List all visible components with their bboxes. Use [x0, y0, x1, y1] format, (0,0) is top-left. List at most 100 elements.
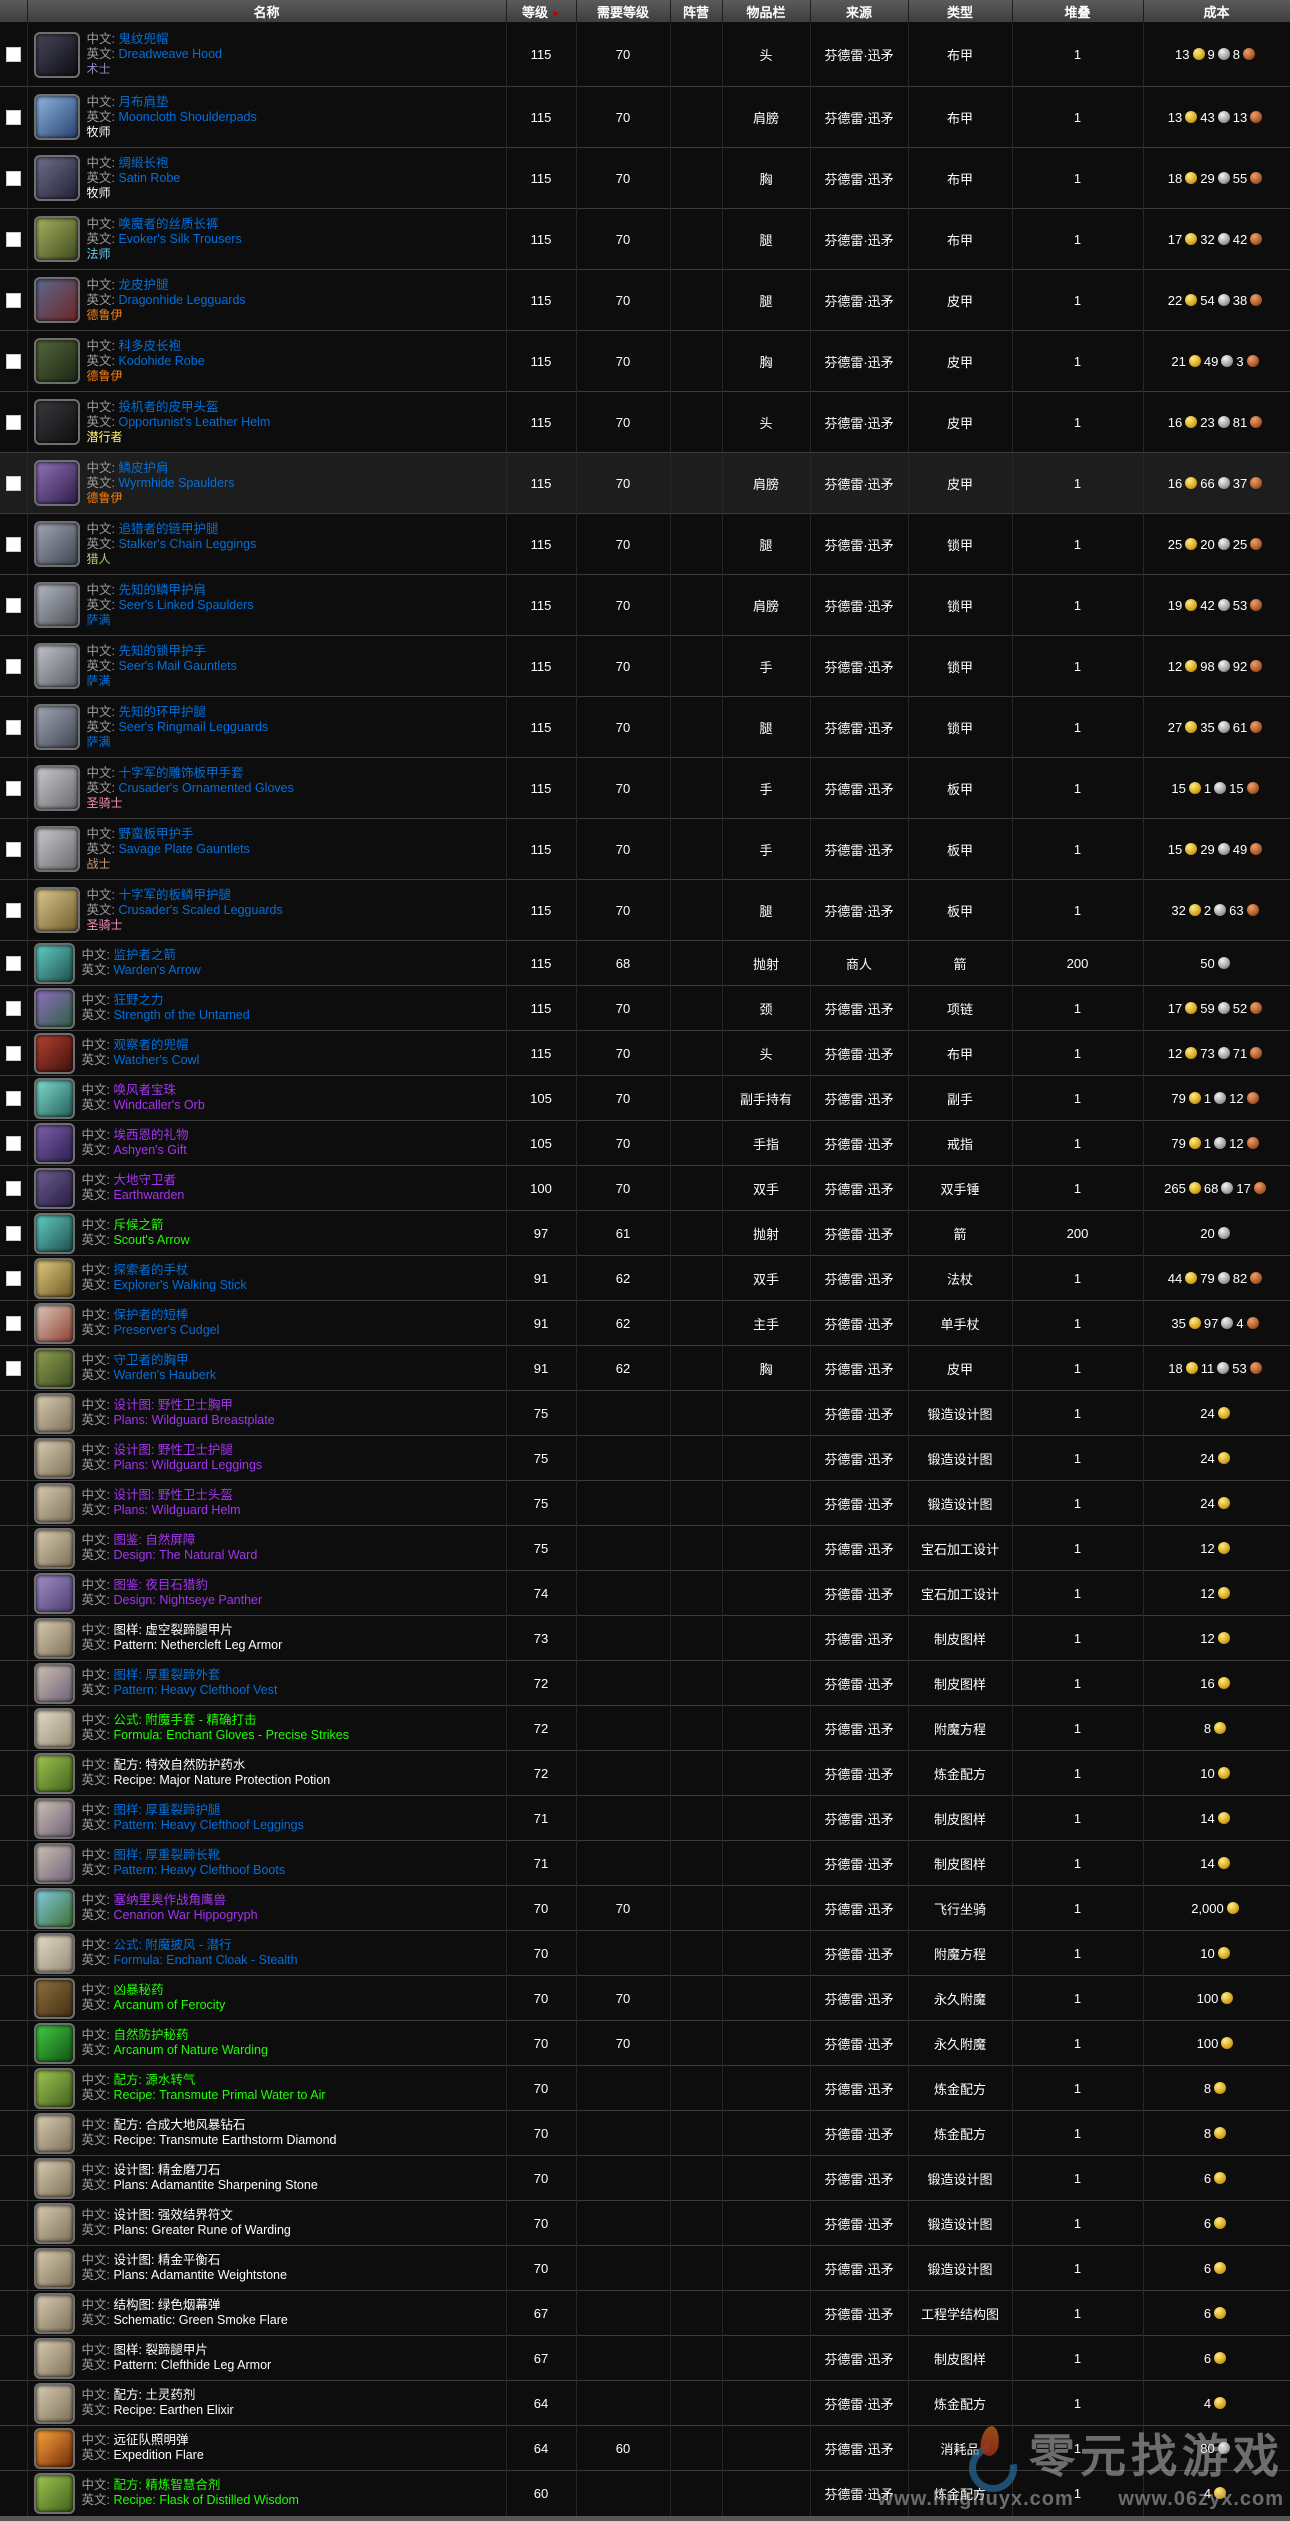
row-checkbox[interactable]	[6, 720, 21, 735]
item-icon[interactable]	[34, 2113, 75, 2154]
item-source[interactable]: 芬德雷·迅矛	[810, 1166, 908, 1211]
column-header-成本[interactable]: 成本	[1143, 0, 1290, 23]
item-source[interactable]: 芬德雷·迅矛	[810, 1886, 908, 1931]
item-name-cn[interactable]: 设计图: 野性卫士胸甲	[113, 1398, 232, 1412]
row-checkbox[interactable]	[6, 1001, 21, 1016]
item-name-en[interactable]: Pattern: Heavy Clefthoof Leggings	[113, 1818, 303, 1832]
item-name-cn[interactable]: 探索者的手杖	[113, 1263, 188, 1277]
row-checkbox[interactable]	[6, 956, 21, 971]
item-icon[interactable]	[34, 2158, 75, 2199]
item-name-en[interactable]: Ashyen's Gift	[113, 1143, 186, 1157]
item-name-cn[interactable]: 先知的环甲护腿	[118, 705, 206, 719]
item-name-en[interactable]: Arcanum of Ferocity	[113, 1998, 225, 2012]
item-icon[interactable]	[34, 94, 80, 140]
item-name-cn[interactable]: 图鉴: 夜目石猎豹	[113, 1578, 207, 1592]
item-name-cn[interactable]: 设计图: 强效结界符文	[113, 2208, 232, 2222]
item-source[interactable]: 芬德雷·迅矛	[810, 1976, 908, 2021]
item-icon[interactable]	[34, 1033, 75, 1074]
item-icon[interactable]	[34, 2293, 75, 2334]
item-name-cn[interactable]: 塞纳里奥作战角鹰兽	[113, 1893, 226, 1907]
item-name-cn[interactable]: 斥候之箭	[113, 1218, 163, 1232]
item-name-cn[interactable]: 观察者的兜帽	[113, 1038, 188, 1052]
item-source[interactable]: 芬德雷·迅矛	[810, 2381, 908, 2426]
item-name-cn[interactable]: 十字军的板鳞甲护腿	[118, 888, 231, 902]
item-name-en[interactable]: Crusader's Ornamented Gloves	[118, 781, 293, 795]
item-icon[interactable]	[34, 765, 80, 811]
item-name-cn[interactable]: 十字军的雕饰板甲手套	[118, 766, 243, 780]
item-source[interactable]: 芬德雷·迅矛	[810, 331, 908, 392]
item-name-en[interactable]: Pattern: Nethercleft Leg Armor	[113, 1638, 282, 1652]
row-checkbox[interactable]	[6, 1316, 21, 1331]
item-source[interactable]: 芬德雷·迅矛	[810, 1301, 908, 1346]
item-source[interactable]: 芬德雷·迅矛	[810, 2246, 908, 2291]
item-name-en[interactable]: Strength of the Untamed	[113, 1008, 249, 1022]
item-icon[interactable]	[34, 1528, 75, 1569]
item-name-en[interactable]: Warden's Hauberk	[113, 1368, 216, 1382]
item-icon[interactable]	[34, 2473, 75, 2514]
item-source[interactable]: 芬德雷·迅矛	[810, 1346, 908, 1391]
item-source[interactable]: 芬德雷·迅矛	[810, 1256, 908, 1301]
item-icon[interactable]	[34, 1258, 75, 1299]
item-source[interactable]: 芬德雷·迅矛	[810, 2066, 908, 2111]
item-icon[interactable]	[34, 943, 75, 984]
item-name-en[interactable]: Dragonhide Legguards	[118, 293, 245, 307]
item-icon[interactable]	[34, 1798, 75, 1839]
item-source[interactable]: 芬德雷·迅矛	[810, 2291, 908, 2336]
row-checkbox[interactable]	[6, 598, 21, 613]
item-icon[interactable]	[34, 582, 80, 628]
item-name-cn[interactable]: 唤魔者的丝质长裤	[118, 217, 218, 231]
item-icon[interactable]	[34, 1303, 75, 1344]
item-source[interactable]: 芬德雷·迅矛	[810, 1661, 908, 1706]
item-icon[interactable]	[34, 1618, 75, 1659]
row-checkbox[interactable]	[6, 1136, 21, 1151]
item-name-cn[interactable]: 结构图: 绿色烟幕弹	[113, 2298, 220, 2312]
item-source[interactable]: 芬德雷·迅矛	[810, 1616, 908, 1661]
item-source[interactable]: 芬德雷·迅矛	[810, 758, 908, 819]
item-name-en[interactable]: Design: The Natural Ward	[113, 1548, 257, 1562]
item-name-en[interactable]: Plans: Adamantite Weightstone	[113, 2268, 287, 2282]
column-header-level-sorted[interactable]: 等级▼	[506, 0, 576, 23]
item-source[interactable]: 芬德雷·迅矛	[810, 1211, 908, 1256]
item-name-en[interactable]: Satin Robe	[118, 171, 180, 185]
item-name-cn[interactable]: 守卫者的胸甲	[113, 1353, 188, 1367]
item-source[interactable]: 芬德雷·迅矛	[810, 1571, 908, 1616]
column-header-物品栏[interactable]: 物品栏	[722, 0, 810, 23]
item-name-en[interactable]: Recipe: Flask of Distilled Wisdom	[113, 2493, 298, 2507]
item-icon[interactable]	[34, 1708, 75, 1749]
item-icon[interactable]	[34, 216, 80, 262]
item-source[interactable]: 芬德雷·迅矛	[810, 514, 908, 575]
item-name-cn[interactable]: 月布肩垫	[118, 95, 168, 109]
item-source[interactable]: 芬德雷·迅矛	[810, 1481, 908, 1526]
row-checkbox[interactable]	[6, 232, 21, 247]
item-name-en[interactable]: Arcanum of Nature Warding	[113, 2043, 267, 2057]
item-source[interactable]: 芬德雷·迅矛	[810, 87, 908, 148]
item-name-en[interactable]: Scout's Arrow	[113, 1233, 189, 1247]
item-name-en[interactable]: Plans: Greater Rune of Warding	[113, 2223, 290, 2237]
item-source[interactable]: 芬德雷·迅矛	[810, 270, 908, 331]
item-icon[interactable]	[34, 704, 80, 750]
item-name-cn[interactable]: 保护者的短棒	[113, 1308, 188, 1322]
item-icon[interactable]	[34, 1933, 75, 1974]
item-icon[interactable]	[34, 1888, 75, 1929]
item-name-cn[interactable]: 配方: 合成大地风暴钻石	[113, 2118, 245, 2132]
item-name-en[interactable]: Stalker's Chain Leggings	[118, 537, 256, 551]
item-name-cn[interactable]: 图样: 裂蹄腿甲片	[113, 2343, 207, 2357]
item-name-en[interactable]: Windcaller's Orb	[113, 1098, 204, 1112]
item-source[interactable]: 芬德雷·迅矛	[810, 2471, 908, 2516]
item-source[interactable]: 芬德雷·迅矛	[810, 2111, 908, 2156]
item-source[interactable]: 芬德雷·迅矛	[810, 1751, 908, 1796]
item-icon[interactable]	[34, 1393, 75, 1434]
item-name-en[interactable]: Plans: Adamantite Sharpening Stone	[113, 2178, 317, 2192]
item-icon[interactable]	[34, 1438, 75, 1479]
item-source[interactable]: 芬德雷·迅矛	[810, 2201, 908, 2246]
item-icon[interactable]	[34, 1483, 75, 1524]
item-source[interactable]: 芬德雷·迅矛	[810, 986, 908, 1031]
item-name-en[interactable]: Savage Plate Gauntlets	[118, 842, 249, 856]
item-source[interactable]: 芬德雷·迅矛	[810, 2336, 908, 2381]
item-source[interactable]: 芬德雷·迅矛	[810, 1931, 908, 1976]
item-source[interactable]: 芬德雷·迅矛	[810, 880, 908, 941]
item-source[interactable]: 芬德雷·迅矛	[810, 23, 908, 87]
item-icon[interactable]	[34, 1753, 75, 1794]
item-source[interactable]: 芬德雷·迅矛	[810, 1121, 908, 1166]
item-icon[interactable]	[34, 2023, 75, 2064]
